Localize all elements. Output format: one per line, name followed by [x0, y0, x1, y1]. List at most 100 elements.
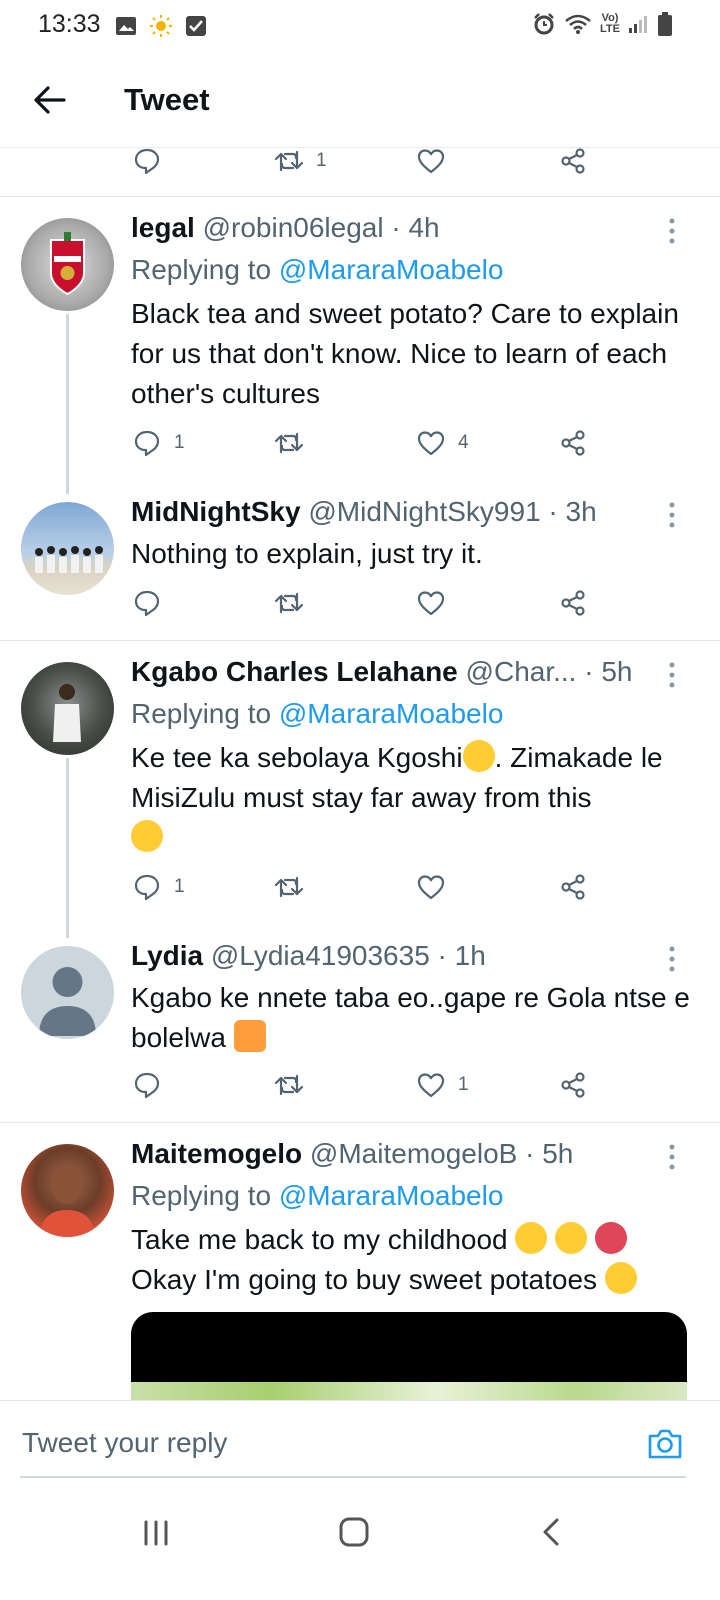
like-button[interactable] — [416, 148, 446, 176]
handle-time: @MidNightSky991 · 3h — [308, 496, 597, 527]
reply-icon — [134, 590, 160, 617]
reply-underline — [20, 1476, 686, 1478]
more-options-icon[interactable] — [660, 944, 684, 974]
reply-button[interactable]: 1 — [132, 428, 185, 458]
camera-icon — [648, 1429, 682, 1459]
reply-bar: Tweet your reply — [0, 1400, 720, 1490]
camera-button[interactable] — [646, 1425, 684, 1463]
tweet-text-line: Okay I'm going to buy sweet potatoes — [131, 1264, 598, 1295]
mention-link[interactable]: @MararaMoabelo — [279, 698, 504, 729]
retweet-button[interactable] — [274, 588, 316, 618]
retweet-button[interactable]: 1 — [274, 148, 327, 176]
battery-icon — [658, 12, 672, 36]
display-name[interactable]: MidNightSky — [131, 496, 301, 527]
display-name[interactable]: legal — [131, 212, 195, 243]
tweet-text: Nothing to explain, just try it. — [131, 538, 483, 569]
avatar[interactable] — [21, 218, 114, 311]
retweet-button[interactable] — [274, 872, 316, 902]
share-button[interactable] — [558, 872, 588, 902]
reply-input[interactable]: Tweet your reply — [22, 1427, 227, 1459]
hot-face-emoji-icon — [594, 1222, 627, 1254]
more-options-icon[interactable] — [660, 500, 684, 530]
reply-button[interactable] — [132, 588, 174, 618]
retweet-icon — [274, 1074, 304, 1096]
liverpool-crest-icon — [50, 232, 85, 296]
display-name[interactable]: Lydia — [131, 940, 203, 971]
signal-icon — [629, 16, 647, 33]
reply-button[interactable]: 1 — [132, 872, 185, 902]
handle-time: @MaitemogeloB · 5h — [309, 1138, 574, 1169]
like-button[interactable] — [416, 872, 458, 902]
sun-icon — [150, 15, 172, 37]
heart-icon — [417, 431, 445, 456]
display-name[interactable]: Maitemogelo — [131, 1138, 302, 1169]
share-button[interactable] — [558, 1070, 588, 1100]
image-icon — [116, 17, 136, 35]
tweet-text-part: Ke tee ka sebolaya Kgoshi — [131, 742, 463, 773]
chevron-left-icon — [543, 1518, 559, 1546]
wifi-icon — [565, 14, 591, 34]
replying-prefix: Replying to — [131, 1180, 272, 1211]
tweet-actions: 1 — [132, 872, 602, 912]
tweet-actions: 1 — [132, 1070, 602, 1110]
handle-time: @robin06legal · 4h — [202, 212, 440, 243]
tweet-item[interactable]: Maitemogelo @MaitemogeloB · 5h Replying … — [0, 1122, 720, 1400]
more-options-icon[interactable] — [660, 216, 684, 246]
system-back-button[interactable] — [532, 1512, 572, 1552]
share-button[interactable] — [558, 428, 588, 458]
heart-icon — [417, 591, 445, 616]
tweet-text: Black tea and sweet potato? Care to expl… — [131, 298, 679, 409]
handle-time: @Lydia41903635 · 1h — [210, 940, 486, 971]
tweet-item[interactable]: Lydia @Lydia41903635 · 1h Kgabo ke nnete… — [0, 930, 720, 1122]
reply-button[interactable] — [132, 1070, 174, 1100]
avatar[interactable] — [21, 662, 114, 755]
thread-line — [66, 314, 69, 494]
replying-prefix: Replying to — [131, 698, 272, 729]
back-button[interactable] — [30, 80, 70, 120]
share-button[interactable] — [558, 588, 588, 618]
share-icon — [561, 874, 585, 900]
group-photo-icon — [35, 546, 103, 573]
mention-link[interactable]: @MararaMoabelo — [279, 1180, 504, 1211]
retweet-button[interactable] — [274, 1070, 316, 1100]
tweet-feed[interactable]: 1 legal @robin06legal · 4h Replying to @… — [0, 148, 720, 1400]
home-icon — [339, 1517, 369, 1547]
more-options-icon[interactable] — [660, 1142, 684, 1172]
tweet-item[interactable]: legal @robin06legal · 4h Replying to @Ma… — [0, 196, 720, 494]
tweet-item[interactable]: Kgabo Charles Lelahane @Char... · 5h Rep… — [0, 640, 720, 938]
like-button[interactable] — [416, 588, 458, 618]
retweet-icon — [274, 876, 304, 898]
arrow-left-icon — [34, 86, 66, 114]
recent-apps-button[interactable] — [136, 1512, 176, 1552]
like-button[interactable]: 1 — [416, 1070, 469, 1100]
rolling-eyes-emoji-icon — [515, 1222, 548, 1254]
replying-to: Replying to @MararaMoabelo — [131, 254, 503, 286]
mention-link[interactable]: @MararaMoabelo — [279, 254, 504, 285]
tweet-text: Kgabo ke nnete taba eo..gape re Gola nts… — [131, 978, 691, 1058]
like-button[interactable]: 4 — [416, 428, 469, 458]
retweet-button[interactable] — [274, 428, 316, 458]
home-button[interactable] — [334, 1512, 374, 1552]
retweet-icon — [274, 150, 304, 172]
share-icon — [561, 1072, 585, 1098]
share-button[interactable] — [558, 148, 588, 176]
reply-icon — [134, 430, 160, 457]
avatar[interactable] — [21, 946, 114, 1039]
more-options-icon[interactable] — [660, 660, 684, 690]
tweet-header: Lydia @Lydia41903635 · 1h — [131, 940, 486, 972]
tweet-header: Kgabo Charles Lelahane @Char... · 5h — [131, 656, 632, 688]
yum-face-emoji-icon — [462, 740, 495, 772]
retweet-icon — [274, 592, 304, 614]
main-tweet-actions: 1 — [132, 148, 602, 186]
tweet-actions: 1 4 — [132, 428, 602, 468]
system-nav-bar — [0, 1490, 720, 1600]
display-name[interactable]: Kgabo Charles Lelahane — [131, 656, 458, 687]
tweet-item[interactable]: MidNightSky @MidNightSky991 · 3h Nothing… — [0, 486, 720, 640]
thread-line — [66, 758, 69, 938]
reply-button[interactable] — [132, 148, 162, 176]
tweet-media[interactable] — [131, 1312, 687, 1400]
avatar[interactable] — [21, 502, 114, 595]
avatar[interactable] — [21, 1144, 114, 1237]
like-count: 1 — [458, 1074, 469, 1095]
heart-icon — [417, 149, 445, 174]
